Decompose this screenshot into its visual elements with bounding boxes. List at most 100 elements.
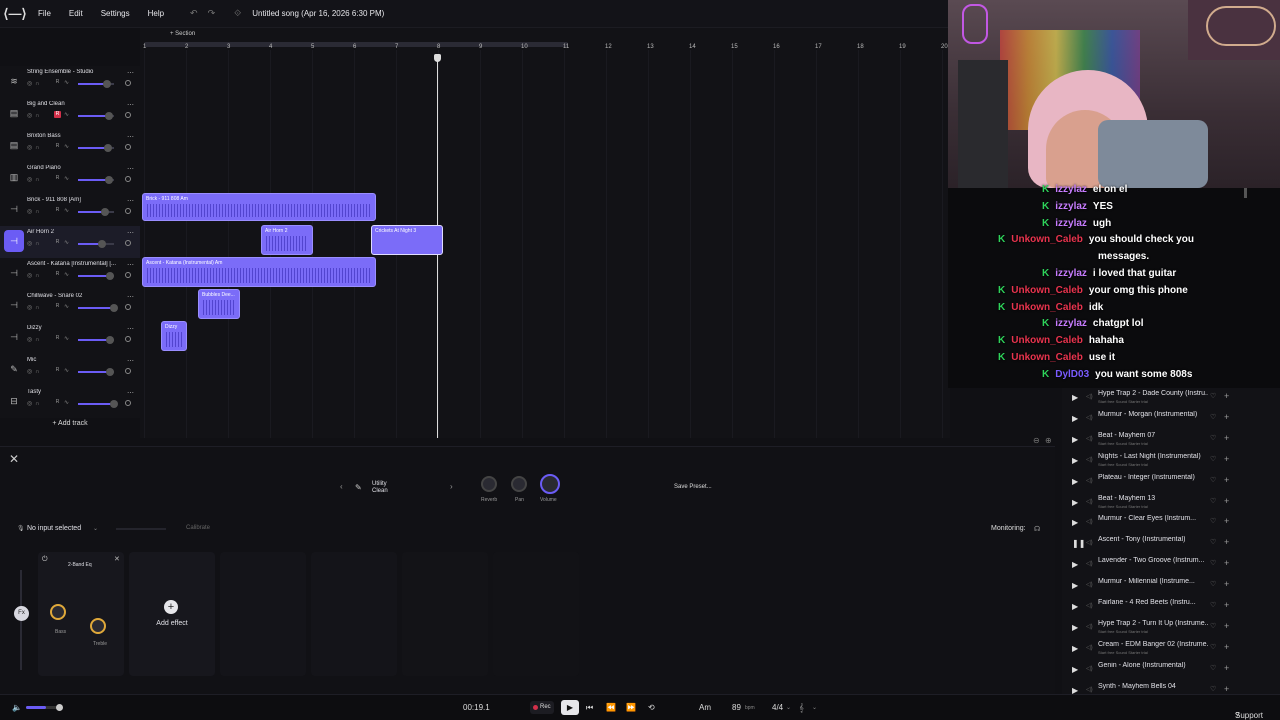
input-select[interactable]: No input selected bbox=[27, 525, 81, 532]
add-icon[interactable]: + bbox=[1224, 600, 1229, 610]
bpm-value[interactable]: 89 bbox=[732, 703, 741, 712]
add-icon[interactable]: + bbox=[1224, 621, 1229, 631]
prev-preset-icon[interactable]: ‹ bbox=[340, 482, 343, 491]
redo-icon[interactable]: ↷ bbox=[208, 8, 216, 19]
pan-knob[interactable] bbox=[125, 400, 131, 406]
add-icon[interactable]: + bbox=[1224, 454, 1229, 464]
play-icon[interactable]: ▶ bbox=[1072, 581, 1078, 590]
play-icon[interactable]: ▶ bbox=[1072, 414, 1078, 423]
headphones-icon[interactable]: ∩ bbox=[35, 145, 42, 151]
sound-row[interactable]: ▶ ◁) Nights - Last Night (Instrumental) Sta… bbox=[1062, 451, 1280, 472]
volume-handle[interactable] bbox=[110, 400, 118, 408]
heart-icon[interactable]: ♡ bbox=[1210, 392, 1216, 400]
sound-title[interactable]: Nights - Last Night (Instrumental) bbox=[1098, 453, 1208, 460]
record-arm-button[interactable]: R bbox=[54, 175, 61, 182]
mute-icon[interactable]: ◎ bbox=[27, 401, 35, 407]
fx-toggle[interactable]: Fx bbox=[14, 606, 29, 621]
add-icon[interactable]: + bbox=[1224, 579, 1229, 589]
app-logo[interactable]: ⟨—⟩ bbox=[0, 6, 30, 22]
headphones-icon[interactable]: ∩ bbox=[35, 113, 42, 119]
rewind-icon[interactable]: ⏪ bbox=[606, 703, 616, 712]
master-volume-handle[interactable] bbox=[56, 704, 63, 711]
mute-icon[interactable]: ◎ bbox=[27, 177, 35, 183]
headphones-icon[interactable]: ∩ bbox=[35, 337, 42, 343]
play-icon[interactable]: ▶ bbox=[1072, 665, 1078, 674]
track-9[interactable]: ✎ Mic ◎∩ R ∿ ⋯ bbox=[0, 354, 140, 386]
record-arm-button[interactable]: R bbox=[54, 271, 61, 278]
headphones-icon[interactable]: ∩ bbox=[35, 177, 42, 183]
track-name[interactable]: Big and Clean bbox=[27, 101, 127, 107]
track-name[interactable]: Ascent - Katana [Instrumental] [... bbox=[27, 261, 127, 267]
calibrate-button[interactable]: Calibrate bbox=[186, 525, 210, 531]
volume-handle[interactable] bbox=[106, 368, 114, 376]
automation-icon[interactable]: ∿ bbox=[64, 303, 69, 310]
headphones-icon[interactable]: ∩ bbox=[35, 369, 42, 375]
automation-icon[interactable]: ∿ bbox=[64, 207, 69, 214]
more-icon[interactable]: ⋯ bbox=[127, 389, 134, 397]
play-icon[interactable]: ▶ bbox=[1072, 560, 1078, 569]
headphones-icon[interactable]: ∩ bbox=[35, 305, 42, 311]
pan-knob[interactable] bbox=[125, 336, 131, 342]
mute-icon[interactable]: ◎ bbox=[27, 273, 35, 279]
headphones-icon[interactable]: ∩ bbox=[35, 401, 42, 407]
sound-title[interactable]: Cream - EDM Banger 02 (Instrume... bbox=[1098, 641, 1208, 648]
automation-icon[interactable]: ∿ bbox=[64, 79, 69, 86]
play-button[interactable]: ▶ bbox=[561, 700, 579, 715]
sound-row[interactable]: ▶ ◁) Murmur - Morgan (Instrumental) ♡ + bbox=[1062, 409, 1280, 430]
add-icon[interactable]: + bbox=[1224, 684, 1229, 694]
clip-crickets-at-night[interactable]: Crickets At Night 3 bbox=[371, 225, 443, 255]
track-name[interactable]: Grand Piano bbox=[27, 165, 127, 171]
mute-icon[interactable]: ◎ bbox=[27, 337, 35, 343]
play-icon[interactable]: ▶ bbox=[1072, 518, 1078, 527]
sound-row[interactable]: ▶ ◁) Hype Trap 2 - Turn It Up (Instrume...… bbox=[1062, 618, 1280, 639]
automation-icon[interactable]: ∿ bbox=[64, 239, 69, 246]
volume-handle[interactable] bbox=[98, 240, 106, 248]
track-volume-slider[interactable] bbox=[78, 403, 114, 405]
sound-title[interactable]: Synth - Mayhem Bells 04 bbox=[1098, 683, 1208, 690]
track-2[interactable]: ▤ Brixton Bass ◎∩ R ∿ ⋯ bbox=[0, 130, 140, 162]
play-icon[interactable]: ▶ bbox=[1072, 456, 1078, 465]
more-icon[interactable]: ⋯ bbox=[127, 325, 134, 333]
speaker-icon[interactable]: 🔈 bbox=[12, 703, 22, 712]
track-name[interactable]: Mic bbox=[27, 357, 127, 363]
more-icon[interactable]: ⋯ bbox=[127, 101, 134, 109]
pan-knob[interactable] bbox=[125, 112, 131, 118]
headphones-icon[interactable]: ∩ bbox=[35, 273, 42, 279]
sound-list-scrollbar[interactable] bbox=[1244, 188, 1247, 198]
mute-icon[interactable]: ◎ bbox=[27, 369, 35, 375]
record-arm-button[interactable]: R bbox=[54, 79, 61, 86]
sound-row[interactable]: ▶ ◁) Genin - Alone (Instrumental) ♡ + bbox=[1062, 660, 1280, 681]
pan-knob[interactable] bbox=[125, 272, 131, 278]
volume-handle[interactable] bbox=[101, 208, 109, 216]
headphones-icon[interactable]: ☊ bbox=[1034, 525, 1040, 533]
zoom-out-icon[interactable]: ⊖ bbox=[1033, 436, 1040, 445]
save-preset-button[interactable]: Save Preset... bbox=[674, 484, 712, 490]
play-icon[interactable]: ▶ bbox=[1072, 393, 1078, 402]
heart-icon[interactable]: ♡ bbox=[1210, 664, 1216, 672]
sound-row[interactable]: ▶ ◁) Lavender - Two Groove (Instrum... ♡ + bbox=[1062, 555, 1280, 576]
loop-icon[interactable]: ⟲ bbox=[648, 703, 655, 712]
cloud-save-icon[interactable]: ⟐ bbox=[234, 8, 241, 19]
add-icon[interactable]: + bbox=[1224, 663, 1229, 673]
effect-eq[interactable]: ⏻ 2-Band Eq ✕ Bass Treble bbox=[38, 552, 124, 676]
record-arm-button[interactable]: R bbox=[54, 335, 61, 342]
track-name[interactable]: Chillwave - Snare 02 bbox=[27, 293, 127, 299]
more-icon[interactable]: ⋯ bbox=[127, 293, 134, 301]
track-6[interactable]: ⊣ Ascent - Katana [Instrumental] [... ◎∩ R ∿… bbox=[0, 258, 140, 290]
heart-icon[interactable]: ♡ bbox=[1210, 622, 1216, 630]
mute-icon[interactable]: ◎ bbox=[27, 113, 35, 119]
sound-title[interactable]: Fairlane - 4 Red Beets (Instru... bbox=[1098, 599, 1208, 606]
sound-title[interactable]: Murmur - Morgan (Instrumental) bbox=[1098, 411, 1208, 418]
headphones-icon[interactable]: ∩ bbox=[35, 209, 42, 215]
mute-icon[interactable]: ◎ bbox=[27, 145, 35, 151]
sound-title[interactable]: Plateau - Integer (Instrumental) bbox=[1098, 474, 1208, 481]
sound-title[interactable]: Ascent - Tony (Instrumental) bbox=[1098, 536, 1208, 543]
chevron-down-icon[interactable]: ⌄ bbox=[812, 704, 817, 711]
play-icon[interactable]: ▶ bbox=[1072, 602, 1078, 611]
pan-knob[interactable] bbox=[125, 304, 131, 310]
volume-handle[interactable] bbox=[103, 80, 111, 88]
automation-icon[interactable]: ∿ bbox=[64, 399, 69, 406]
volume-handle[interactable] bbox=[106, 272, 114, 280]
clip-brick-808[interactable]: Brick - 911 808 Am bbox=[142, 193, 376, 221]
pan-knob[interactable] bbox=[511, 476, 527, 492]
